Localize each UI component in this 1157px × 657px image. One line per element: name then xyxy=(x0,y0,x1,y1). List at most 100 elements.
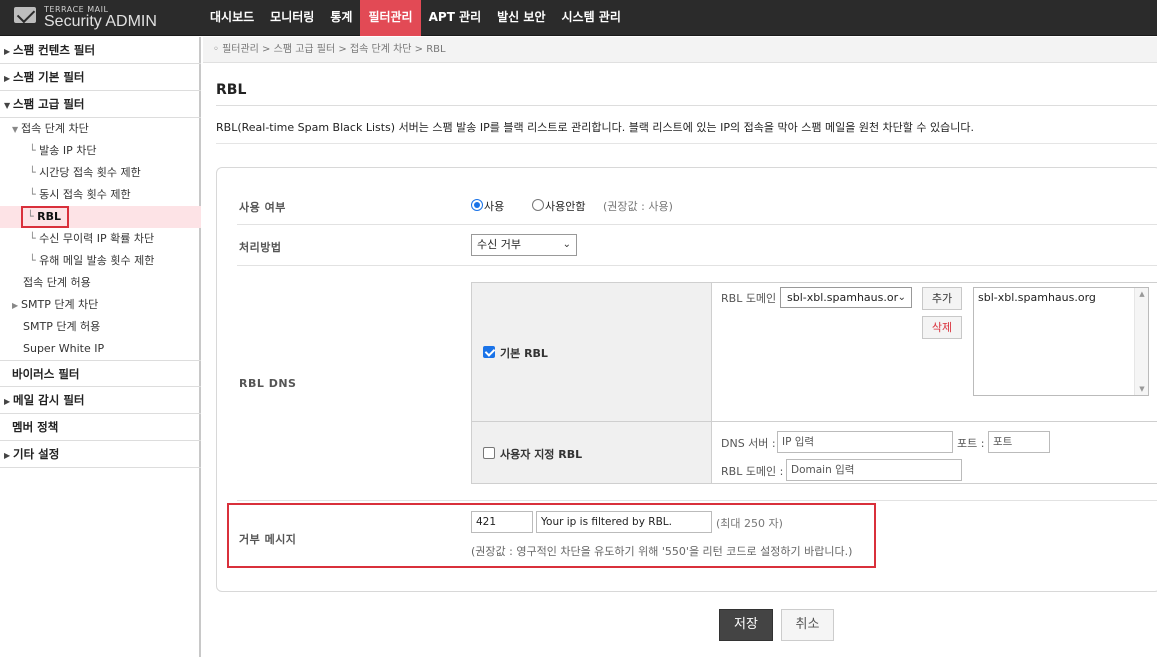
sidebar-item-harmful-limit[interactable]: └ 유해 메일 발송 횟수 제한 xyxy=(0,250,201,272)
description-divider xyxy=(216,143,1157,144)
sidebar-item-mail-audit[interactable]: ▶ 메일 감시 필터 xyxy=(0,387,201,414)
row-divider xyxy=(237,224,1157,225)
scroll-down-icon[interactable]: ▼ xyxy=(1135,385,1149,393)
nav-dashboard[interactable]: 대시보드 xyxy=(202,0,262,36)
reject-hint: (권장값 : 영구적인 차단을 유도하기 위해 '550'을 리턴 코드로 설정… xyxy=(471,545,853,558)
logo-title: Security ADMIN xyxy=(44,13,157,30)
sidebar-item-label: 접속 단계 허용 xyxy=(23,276,91,289)
sidebar-item-super-white[interactable]: Super White IP xyxy=(0,338,201,360)
add-button[interactable]: 추가 xyxy=(922,287,962,310)
rbl-domain-select[interactable]: sbl-xbl.spamhaus.or ⌄ xyxy=(780,287,912,308)
tree-branch-icon: └ xyxy=(29,166,40,179)
dns-server-input[interactable]: IP 입력 xyxy=(777,431,953,453)
chevron-down-icon: ⌄ xyxy=(897,292,906,303)
port-label: 포트 : xyxy=(957,437,985,450)
sidebar-item-label: 스팸 기본 필터 xyxy=(13,70,85,84)
sidebar-item-spam-advanced[interactable]: ▼ 스팸 고급 필터 xyxy=(0,91,201,118)
caret-down-icon: ▼ xyxy=(12,125,19,134)
sidebar-item-smtp-block[interactable]: ▶ SMTP 단계 차단 xyxy=(0,294,201,316)
save-button[interactable]: 저장 xyxy=(719,609,773,641)
sidebar-item-label: 유해 메일 발송 횟수 제한 xyxy=(39,254,155,267)
sidebar-item-virus[interactable]: 바이러스 필터 xyxy=(0,360,201,387)
rbl-domain-list[interactable]: sbl-xbl.spamhaus.org ▲ ▼ xyxy=(973,287,1149,396)
sidebar-item-label: 시간당 접속 횟수 제한 xyxy=(39,166,141,179)
sidebar-item-etc[interactable]: ▶ 기타 설정 xyxy=(0,441,201,468)
sidebar-item-label: RBL xyxy=(37,210,61,223)
breadcrumb: ◦ 필터관리 > 스팸 고급 필터 > 접속 단계 차단 > RBL xyxy=(203,37,1157,63)
sidebar-item-send-ip-block[interactable]: └ 발송 IP 차단 xyxy=(0,140,201,162)
chevron-down-icon: ⌄ xyxy=(562,239,571,250)
rbl-domain-label: RBL 도메인 xyxy=(721,292,777,305)
logo[interactable]: TERRACE MAIL Security ADMIN xyxy=(14,5,194,31)
default-rbl-checkbox[interactable] xyxy=(483,346,495,358)
sidebar-item-label: SMTP 단계 차단 xyxy=(21,298,99,311)
page-description: RBL(Real-time Spam Black Lists) 서버는 스팸 발… xyxy=(216,121,975,134)
sidebar-item-conn-block[interactable]: ▼ 접속 단계 차단 xyxy=(0,118,201,140)
sidebar-item-label: Super White IP xyxy=(23,342,105,355)
nav-apt-management[interactable]: APT 관리 xyxy=(421,0,490,36)
nav-statistics[interactable]: 통계 xyxy=(322,0,360,36)
nav-system-management[interactable]: 시스템 관리 xyxy=(553,0,628,36)
sidebar-item-label: 수신 무이력 IP 확률 차단 xyxy=(39,232,155,245)
sidebar: ▶ 스팸 컨텐츠 필터 ▶ 스팸 기본 필터 ▼ 스팸 고급 필터 ▼ 접속 단계 차단… xyxy=(0,37,201,657)
reject-max-hint: (최대 250 자) xyxy=(716,517,783,530)
caret-right-icon: ▶ xyxy=(12,301,19,310)
sidebar-item-conn-allow[interactable]: 접속 단계 허용 xyxy=(0,272,201,294)
use-on-radio[interactable] xyxy=(471,199,483,211)
sidebar-item-concurrent-limit[interactable]: └ 동시 접속 횟수 제한 xyxy=(0,184,201,206)
scroll-up-icon[interactable]: ▲ xyxy=(1135,290,1149,298)
rbl-domain-list-item[interactable]: sbl-xbl.spamhaus.org xyxy=(978,291,1096,304)
scrollbar[interactable]: ▲ ▼ xyxy=(1134,288,1148,395)
caret-down-icon: ▼ xyxy=(4,101,11,110)
custom-rbl-checkbox[interactable] xyxy=(483,447,495,459)
custom-domain-input[interactable]: Domain 입력 xyxy=(786,459,962,481)
sidebar-item-label: 스팸 컨텐츠 필터 xyxy=(13,43,96,57)
sidebar-item-random-ip[interactable]: └ 수신 무이력 IP 확률 차단 xyxy=(0,228,201,250)
sidebar-item-smtp-allow[interactable]: SMTP 단계 허용 xyxy=(0,316,201,338)
page-title: RBL xyxy=(216,82,247,98)
sidebar-item-rbl-frame: └ RBL xyxy=(21,206,69,228)
row-divider xyxy=(237,500,1157,501)
row-divider xyxy=(237,265,1157,266)
sidebar-item-member-policy[interactable]: 멤버 정책 xyxy=(0,414,201,441)
sidebar-item-label: 메일 감시 필터 xyxy=(13,393,85,407)
caret-right-icon: ▶ xyxy=(4,74,11,83)
sidebar-item-rbl[interactable]: └ RBL xyxy=(0,206,201,228)
tree-branch-icon: └ xyxy=(29,254,40,267)
rbl-dns-label: RBL DNS xyxy=(239,377,297,390)
reject-code-input[interactable]: 421 xyxy=(471,511,533,533)
dns-server-label: DNS 서버 : xyxy=(721,437,776,450)
nav-monitoring[interactable]: 모니터링 xyxy=(262,0,322,36)
caret-right-icon: ▶ xyxy=(4,397,11,406)
use-hint: (권장값 : 사용) xyxy=(603,200,673,213)
default-rbl-label[interactable]: 기본 RBL xyxy=(500,345,548,361)
use-on-label[interactable]: 사용 xyxy=(484,198,504,214)
reject-message-input[interactable]: Your ip is filtered by RBL. xyxy=(536,511,712,533)
main-nav: 대시보드 모니터링 통계 필터관리 APT 관리 발신 보안 시스템 관리 xyxy=(202,0,629,36)
use-off-label[interactable]: 사용안함 xyxy=(545,198,585,214)
sidebar-item-hourly-limit[interactable]: └ 시간당 접속 횟수 제한 xyxy=(0,162,201,184)
sidebar-item-label: SMTP 단계 허용 xyxy=(23,320,101,333)
sidebar-item-label: 기타 설정 xyxy=(13,447,60,461)
custom-domain-label: RBL 도메인 : xyxy=(721,465,784,478)
tree-branch-icon: └ xyxy=(27,210,38,223)
tree-branch-icon: └ xyxy=(29,188,40,201)
method-label: 처리방법 xyxy=(239,241,282,254)
use-off-radio[interactable] xyxy=(532,199,544,211)
method-select-value: 수신 거부 xyxy=(477,238,521,251)
delete-button[interactable]: 삭제 xyxy=(922,316,962,339)
method-select[interactable]: 수신 거부 ⌄ xyxy=(471,234,577,256)
mail-logo-icon xyxy=(14,7,36,23)
sidebar-item-spam-basic[interactable]: ▶ 스팸 기본 필터 xyxy=(0,64,201,91)
custom-rbl-label[interactable]: 사용자 지정 RBL xyxy=(500,446,582,462)
sidebar-item-spam-content[interactable]: ▶ 스팸 컨텐츠 필터 xyxy=(0,37,201,64)
reject-label: 거부 메시지 xyxy=(239,533,297,546)
port-input[interactable]: 포트 xyxy=(988,431,1050,453)
top-bar: TERRACE MAIL Security ADMIN 대시보드 모니터링 통계… xyxy=(0,0,1157,36)
tree-branch-icon: └ xyxy=(29,232,40,245)
nav-filter-management[interactable]: 필터관리 xyxy=(360,0,421,36)
cancel-button[interactable]: 취소 xyxy=(781,609,834,641)
sidebar-item-label: 동시 접속 횟수 제한 xyxy=(39,188,131,201)
nav-outbound-security[interactable]: 발신 보안 xyxy=(489,0,553,36)
sidebar-item-label: 스팸 고급 필터 xyxy=(13,97,85,111)
